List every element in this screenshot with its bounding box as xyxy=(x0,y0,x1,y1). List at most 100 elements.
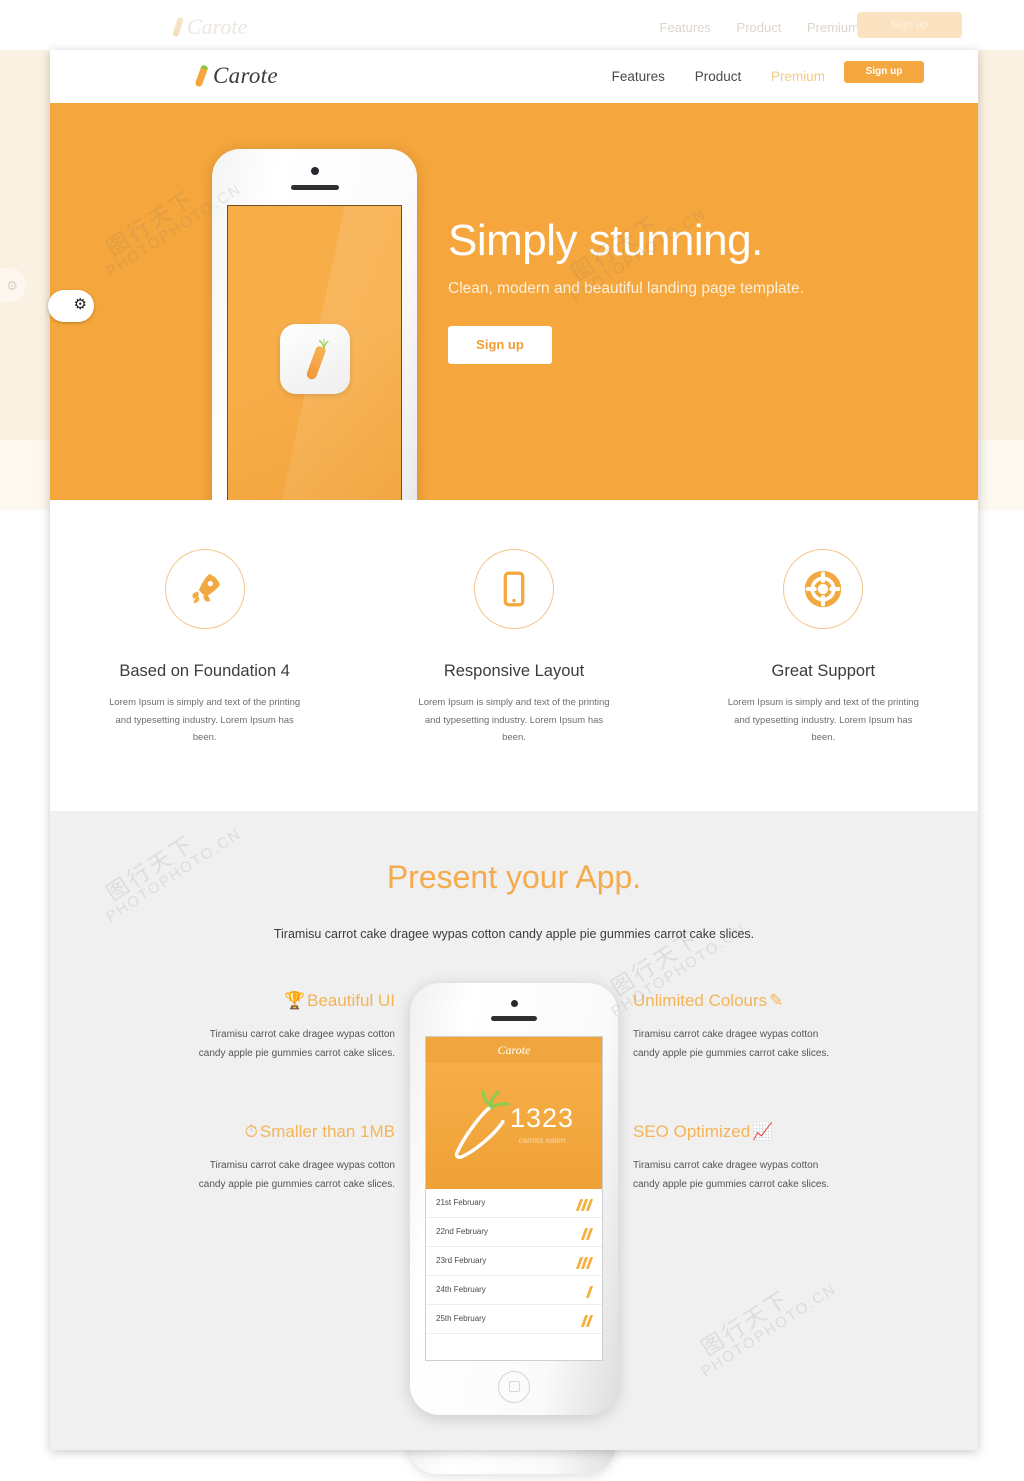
app-day-date: 24th February xyxy=(436,1285,486,1295)
rocket-icon xyxy=(192,574,220,604)
app-day-date: 25th February xyxy=(436,1314,486,1324)
carrot-count-label: carrots eaten xyxy=(518,1135,566,1145)
landing-page-card: Carote Features Product Premium Sign up xyxy=(50,50,978,1450)
app-screen: Carote 1323 carrots eaten 21st February … xyxy=(425,1035,603,1361)
present-subtitle: Tiramisu carrot cake dragee wypas cotton… xyxy=(273,926,755,941)
home-button[interactable] xyxy=(498,1370,530,1403)
hero-copy: Simply stunning. Clean, modern and beaut… xyxy=(448,216,878,364)
app-day-row[interactable]: 23rd February xyxy=(426,1247,602,1276)
present-title: Present your App. xyxy=(386,858,642,895)
nav-signup-button[interactable]: Sign up xyxy=(844,61,924,83)
brand-logo[interactable]: Carote xyxy=(194,63,278,89)
present-item-heading: Unlimited Colours ✎ xyxy=(633,991,838,1011)
app-day-row[interactable]: 21st February xyxy=(426,1189,602,1218)
present-item-text: Tiramisu carrot cake dragee wypas cotton… xyxy=(198,1159,395,1190)
carrot-tally-icon xyxy=(585,1285,594,1298)
nav-link-product[interactable]: Product xyxy=(695,69,742,84)
app-day-row[interactable]: 24th February xyxy=(426,1276,602,1305)
feature-card-support: Great Support Lorem Ipsum is simply and … xyxy=(669,549,978,747)
carrot-marks xyxy=(585,1285,594,1303)
present-app-section: Present your App. Tiramisu carrot cake d… xyxy=(50,810,978,1450)
front-camera-icon xyxy=(310,167,319,175)
carrot-marks xyxy=(575,1256,594,1274)
present-item-text: Tiramisu carrot cake dragee wypas cotton… xyxy=(633,1028,830,1059)
hero-section: Simply stunning. Clean, modern and beaut… xyxy=(50,103,978,500)
present-item-title: Smaller than 1MB xyxy=(259,1121,395,1141)
app-day-date: 23rd February xyxy=(436,1256,487,1266)
app-day-row[interactable]: 25th February xyxy=(426,1305,602,1334)
speedometer-icon: ⏱ xyxy=(244,1121,258,1141)
features-section: Based on Foundation 4 Lorem Ipsum is sim… xyxy=(50,500,978,811)
feature-icon-circle xyxy=(473,549,554,629)
present-item-heading: 🏆 Beautiful UI xyxy=(190,991,395,1011)
gear-icon: ⚙ xyxy=(6,278,18,293)
navbar: Carote Features Product Premium Sign up xyxy=(50,50,978,103)
app-counter: 1323 carrots eaten xyxy=(494,1103,590,1145)
feature-card-responsive: Responsive Layout Lorem Ipsum is simply … xyxy=(359,549,668,747)
background-nav-link-product: Product xyxy=(736,20,782,35)
carrot-marks xyxy=(575,1198,594,1216)
present-item-text: Tiramisu carrot cake dragee wypas cotton… xyxy=(633,1159,830,1190)
present-item-unlimited-colours: Unlimited Colours ✎ Tiramisu carrot cake … xyxy=(633,991,838,1063)
app-day-date: 22nd February xyxy=(436,1227,489,1237)
feature-text: Lorem Ipsum is simply and text of the pr… xyxy=(418,697,610,744)
carrot-leaf-icon xyxy=(318,338,329,350)
hero-subtitle: Clean, modern and beautiful landing page… xyxy=(448,280,804,298)
feature-text: Lorem Ipsum is simply and text of the pr… xyxy=(727,697,919,744)
carrot-icon xyxy=(304,345,327,381)
nav-links: Features Product Premium xyxy=(586,69,825,84)
earpiece-speaker xyxy=(491,1015,537,1021)
nav-link-features[interactable]: Features xyxy=(612,69,665,84)
carrot-marks xyxy=(580,1227,594,1245)
lifebuoy-icon xyxy=(805,570,842,608)
background-signup-button: Sign up xyxy=(857,12,962,38)
carrot-marks xyxy=(580,1314,594,1332)
background-nav-link-features: Features xyxy=(659,20,711,35)
home-square-icon xyxy=(508,1381,520,1393)
hero-title: Simply stunning. xyxy=(448,216,763,265)
background-navbar: Carote Features Product Premium Sign up xyxy=(0,0,1024,50)
feature-icon-circle xyxy=(164,549,245,629)
app-day-date: 21st February xyxy=(436,1198,486,1208)
present-left-column: 🏆 Beautiful UI Tiramisu carrot cake drage… xyxy=(190,991,395,1194)
present-item-text: Tiramisu carrot cake dragee wypas cotton… xyxy=(198,1028,395,1059)
earpiece-speaker xyxy=(290,185,339,190)
app-icon xyxy=(279,324,350,394)
carrot-count: 1323 xyxy=(509,1102,575,1133)
feature-title: Responsive Layout xyxy=(443,662,585,680)
background-nav-link-premium: Premium xyxy=(806,20,859,35)
settings-tab[interactable]: ⚙ xyxy=(48,290,94,322)
present-right-column: Unlimited Colours ✎ Tiramisu carrot cake … xyxy=(633,991,838,1194)
mobile-icon xyxy=(503,571,525,607)
hero-phone-mockup xyxy=(212,149,417,500)
app-status-title: Carote xyxy=(426,1036,602,1063)
present-phone-mockup: Carote 1323 carrots eaten 21st February … xyxy=(410,982,618,1415)
feature-card-foundation: Based on Foundation 4 Lorem Ipsum is sim… xyxy=(50,549,359,747)
background-logo: Carote xyxy=(172,14,247,40)
present-item-smaller-than-1mb: ⏱ Smaller than 1MB Tiramisu carrot cake d… xyxy=(190,1122,395,1194)
feature-icon-circle xyxy=(783,549,864,629)
background-nav-links: Features Product Premium xyxy=(638,20,859,35)
hero-phone-screen xyxy=(227,205,402,500)
app-day-row[interactable]: 22nd February xyxy=(426,1218,602,1247)
hero-signup-button[interactable]: Sign up xyxy=(448,325,552,364)
feature-title: Great Support xyxy=(771,662,876,680)
app-day-list[interactable]: 21st February 22nd February 23rd February 2… xyxy=(426,1188,602,1334)
pencil-icon: ✎ xyxy=(769,990,784,1010)
trophy-icon: 🏆 xyxy=(283,990,306,1010)
present-item-title: SEO Optimized xyxy=(633,1121,751,1141)
present-item-title: Unlimited Colours xyxy=(633,990,768,1010)
carrot-icon xyxy=(194,64,209,88)
present-grid: 🏆 Beautiful UI Tiramisu carrot cake drage… xyxy=(50,982,978,1450)
carrot-icon xyxy=(172,16,184,38)
nav-link-premium[interactable]: Premium xyxy=(771,69,825,84)
feature-title: Based on Foundation 4 xyxy=(119,662,290,680)
gear-icon[interactable]: ⚙ xyxy=(74,297,87,312)
front-camera-icon xyxy=(510,999,518,1007)
brand-name: Carote xyxy=(213,63,278,88)
present-item-heading: SEO Optimized 📈 xyxy=(633,1122,838,1142)
app-hero-panel: 1323 carrots eaten xyxy=(426,1062,602,1189)
present-item-heading: ⏱ Smaller than 1MB xyxy=(190,1122,395,1142)
present-item-seo-optimized: SEO Optimized 📈 Tiramisu carrot cake drag… xyxy=(633,1122,838,1194)
present-item-title: Beautiful UI xyxy=(307,990,395,1010)
